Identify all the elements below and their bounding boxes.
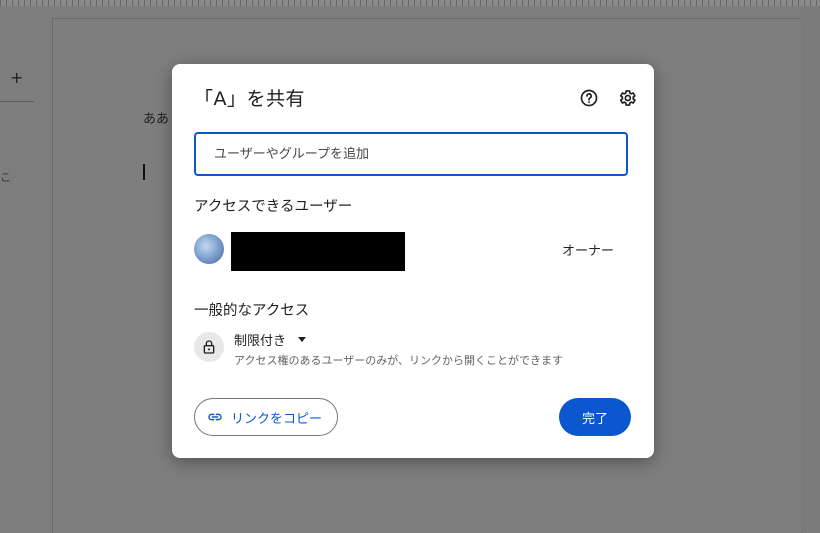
document-text: ああ bbox=[143, 112, 170, 127]
access-users-heading: アクセスできるユーザー bbox=[194, 199, 353, 215]
add-people-input[interactable] bbox=[194, 132, 628, 176]
access-description: アクセス権のあるユーザーのみが、リンクから開くことができます bbox=[234, 354, 564, 367]
avatar[interactable] bbox=[194, 234, 224, 264]
gear-icon[interactable] bbox=[615, 86, 639, 110]
text-cursor bbox=[143, 164, 145, 180]
left-panel: + こ bbox=[0, 6, 52, 532]
copy-link-button[interactable]: リンクをコピー bbox=[194, 398, 338, 436]
general-access-heading: 一般的なアクセス bbox=[194, 303, 310, 319]
add-tab-icon: + bbox=[10, 68, 24, 87]
done-button[interactable]: 完了 bbox=[559, 398, 631, 436]
general-access-dropdown[interactable]: 制限付き bbox=[234, 330, 307, 349]
ruler bbox=[0, 0, 820, 6]
chevron-down-icon bbox=[298, 337, 307, 342]
owner-role-label: オーナー bbox=[561, 244, 614, 259]
owner-row: オーナー bbox=[194, 232, 628, 272]
redacted-user-name bbox=[231, 232, 405, 271]
lock-icon bbox=[194, 332, 224, 362]
share-dialog: 「A」を共有 アクセスできるユーザー オーナー 一般的なアクセス 制限付き アク… bbox=[172, 64, 654, 458]
help-icon[interactable] bbox=[577, 86, 601, 110]
dialog-title: 「A」を共有 bbox=[194, 88, 305, 110]
link-icon bbox=[208, 413, 222, 421]
copy-link-label: リンクをコピー bbox=[231, 411, 323, 427]
access-level-label: 制限付き bbox=[234, 334, 287, 349]
side-text: こ bbox=[0, 171, 11, 184]
right-margin bbox=[801, 6, 820, 532]
divider bbox=[0, 101, 34, 102]
